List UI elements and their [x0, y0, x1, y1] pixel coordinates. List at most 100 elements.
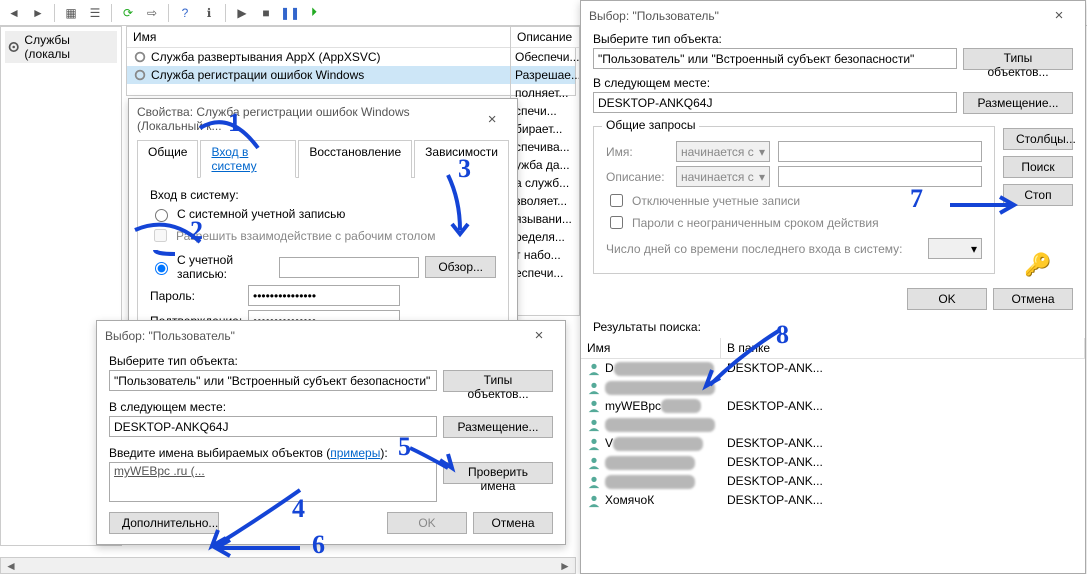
days-select[interactable]: ▾	[928, 238, 982, 259]
result-row[interactable]: DDESKTOP-ANK...	[581, 359, 1085, 378]
chk-desktop[interactable]	[154, 229, 167, 242]
col-folder[interactable]: В папке	[721, 338, 1085, 358]
sidebar-item-services[interactable]: Службы (локалы	[5, 31, 117, 63]
radio-system[interactable]	[155, 209, 168, 222]
col-name[interactable]: Имя	[581, 338, 721, 358]
location-button[interactable]: Размещение...	[443, 416, 553, 438]
advanced-button[interactable]: Дополнительно...	[109, 512, 219, 534]
close-icon[interactable]: ×	[521, 327, 557, 344]
desc-condition-select[interactable]: начинается с▾	[676, 166, 770, 187]
col-name[interactable]: Имя	[127, 27, 575, 48]
service-row[interactable]: Служба регистрации ошибок Windows	[127, 66, 575, 84]
desc-value-field[interactable]	[778, 166, 982, 187]
cancel-button[interactable]: Отмена	[993, 288, 1073, 310]
result-row[interactable]	[581, 415, 1085, 434]
window-title: Выбор: "Пользователь"	[105, 329, 235, 343]
close-icon[interactable]: ×	[475, 111, 509, 128]
logon-label: Вход в систему:	[150, 188, 496, 202]
ok-button[interactable]: OK	[387, 512, 467, 534]
services-pane: Имя Служба развертывания AppX (AppXSVC) …	[126, 26, 576, 96]
key-icon: 🔑	[1003, 252, 1073, 278]
select-user-dialog-1: Выбор: "Пользователь" × Выберите тип объ…	[96, 320, 566, 545]
account-field[interactable]	[279, 257, 419, 278]
scroll-right-icon[interactable]: ►	[557, 559, 573, 573]
stop-button[interactable]: Стоп	[1003, 184, 1073, 206]
names-field[interactable]: myWEBpc .ru (...	[109, 462, 437, 502]
desc-cell: ужба да...	[511, 156, 579, 174]
service-row[interactable]: Служба развертывания AppX (AppXSVC)	[127, 48, 575, 66]
object-type-label: Выберите тип объекта:	[109, 354, 553, 368]
tab-recovery[interactable]: Восстановление	[298, 140, 412, 178]
days-label: Число дней со времени последнего входа в…	[606, 242, 920, 256]
desc-cell: Разрешае...	[511, 66, 579, 84]
result-row[interactable]: DESKTOP-ANK...	[581, 472, 1085, 491]
service-name: Служба развертывания AppX (AppXSVC)	[151, 50, 381, 64]
browse-button[interactable]: Обзор...	[425, 256, 496, 278]
cancel-button[interactable]: Отмена	[473, 512, 553, 534]
desc-cell: язывани...	[511, 210, 579, 228]
location-label: В следующем месте:	[109, 400, 553, 414]
properties-window: Свойства: Служба регистрации ошибок Wind…	[128, 98, 518, 351]
result-row[interactable]: myWEBpcDESKTOP-ANK...	[581, 397, 1085, 416]
radio-account[interactable]	[155, 262, 168, 275]
titlebar[interactable]: Выбор: "Пользователь" ×	[581, 1, 1085, 30]
desc-cell: еспечи...	[511, 264, 579, 282]
name-value-field[interactable]	[778, 141, 982, 162]
object-type-field	[109, 370, 437, 391]
tab-deps[interactable]: Зависимости	[414, 140, 509, 178]
desc-pane: Описание Обеспечи... Разрешае... полняет…	[510, 26, 580, 316]
list-icon[interactable]: ☰	[85, 3, 105, 23]
desc-cell: а служб...	[511, 174, 579, 192]
result-row[interactable]: ХомячоКDESKTOP-ANK...	[581, 491, 1085, 510]
chk-desktop-label: Разрешить взаимодействие с рабочим столо…	[176, 229, 435, 243]
desc-cell: зволяет...	[511, 192, 579, 210]
titlebar[interactable]: Выбор: "Пользователь" ×	[97, 321, 565, 350]
info-icon[interactable]: ℹ	[199, 3, 219, 23]
close-icon[interactable]: ×	[1041, 7, 1077, 24]
export-icon[interactable]: ⇨	[142, 3, 162, 23]
resume-icon[interactable]: ⏵	[304, 3, 324, 23]
desc-label: Описание:	[606, 170, 668, 184]
location-button[interactable]: Размещение...	[963, 92, 1073, 114]
find-button[interactable]: Поиск	[1003, 156, 1073, 178]
tab-general[interactable]: Общие	[137, 140, 198, 178]
radio-account-label: С учетной записью:	[177, 253, 273, 281]
play-icon[interactable]: ▶	[232, 3, 252, 23]
password-label: Пароль:	[150, 289, 240, 303]
examples-link[interactable]: примеры	[330, 446, 380, 460]
object-type-field	[593, 48, 957, 69]
tab-logon[interactable]: Вход в систему	[200, 140, 296, 178]
result-row[interactable]	[581, 378, 1085, 397]
types-button[interactable]: Типы объектов...	[963, 48, 1073, 70]
chk-disabled[interactable]	[610, 194, 623, 207]
password-field[interactable]	[248, 285, 400, 306]
stop-icon[interactable]: ■	[256, 3, 276, 23]
result-row[interactable]: VDESKTOP-ANK...	[581, 434, 1085, 453]
radio-system-label: С системной учетной записью	[177, 207, 345, 221]
chk-pwnever[interactable]	[610, 216, 623, 229]
back-icon[interactable]: ◄	[4, 3, 24, 23]
refresh-icon[interactable]: ⟳	[118, 3, 138, 23]
scrollbar-horizontal[interactable]: ◄ ►	[0, 557, 576, 574]
columns-button[interactable]: Столбцы...	[1003, 128, 1073, 150]
desc-cell: бирает...	[511, 120, 579, 138]
grid-icon[interactable]: ▦	[61, 3, 81, 23]
check-names-button[interactable]: Проверить имена	[443, 462, 553, 484]
result-row[interactable]: DESKTOP-ANK...	[581, 453, 1085, 472]
desc-cell: т набо...	[511, 246, 579, 264]
scroll-left-icon[interactable]: ◄	[3, 559, 19, 573]
results-table: Имя В папке DDESKTOP-ANK... myWEBpcDESKTO…	[581, 338, 1085, 510]
name-condition-select[interactable]: начинается с▾	[676, 141, 770, 162]
service-name: Служба регистрации ошибок Windows	[151, 68, 364, 82]
forward-icon[interactable]: ►	[28, 3, 48, 23]
results-label: Результаты поиска:	[593, 320, 1073, 334]
desc-cell: Обеспечи...	[511, 48, 579, 66]
names-label: Введите имена выбираемых объектов (приме…	[109, 446, 553, 460]
col-desc[interactable]: Описание	[511, 27, 579, 48]
common-queries-group: Общие запросы Имя: начинается с▾ Описани…	[593, 126, 995, 274]
help-icon[interactable]: ?	[175, 3, 195, 23]
ok-button[interactable]: OK	[907, 288, 987, 310]
pause-icon[interactable]: ❚❚	[280, 3, 300, 23]
types-button[interactable]: Типы объектов...	[443, 370, 553, 392]
titlebar[interactable]: Свойства: Служба регистрации ошибок Wind…	[129, 99, 517, 139]
